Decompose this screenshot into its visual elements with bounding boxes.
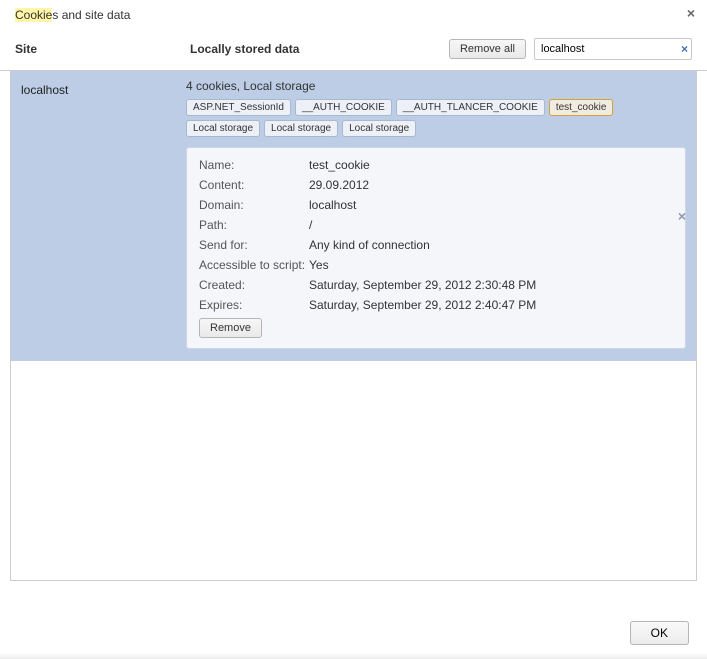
detail-row: Expires:Saturday, September 29, 2012 2:4… xyxy=(199,298,673,312)
detail-label: Expires: xyxy=(199,298,309,312)
detail-value: / xyxy=(309,218,673,232)
detail-value: localhost xyxy=(309,198,673,212)
column-header-site: Site xyxy=(15,42,190,56)
site-row[interactable]: localhost 4 cookies, Local storage ASP.N… xyxy=(11,71,696,361)
site-list: localhost 4 cookies, Local storage ASP.N… xyxy=(10,71,697,581)
cookie-chip-list: ASP.NET_SessionId__AUTH_COOKIE__AUTH_TLA… xyxy=(186,99,686,137)
detail-label: Name: xyxy=(199,158,309,172)
detail-row: Path:/ xyxy=(199,218,673,232)
dialog-header: Cookies and site data × xyxy=(0,0,707,32)
search-input[interactable] xyxy=(534,38,692,60)
dialog-footer: OK xyxy=(630,621,689,645)
detail-label: Accessible to script: xyxy=(199,258,309,272)
detail-label: Path: xyxy=(199,218,309,232)
detail-label: Created: xyxy=(199,278,309,292)
detail-row: Send for:Any kind of connection xyxy=(199,238,673,252)
search-wrap: × xyxy=(534,38,692,60)
detail-row: Name:test_cookie xyxy=(199,158,673,172)
detail-label: Content: xyxy=(199,178,309,192)
detail-value: Saturday, September 29, 2012 2:40:47 PM xyxy=(309,298,673,312)
detail-row: Content:29.09.2012 xyxy=(199,178,673,192)
site-summary: 4 cookies, Local storage xyxy=(186,79,686,93)
cookie-chip[interactable]: ASP.NET_SessionId xyxy=(186,99,291,116)
cookie-chip[interactable]: Local storage xyxy=(342,120,416,137)
detail-value: Saturday, September 29, 2012 2:30:48 PM xyxy=(309,278,673,292)
title-suffix: s and site data xyxy=(52,8,130,22)
detail-row: Accessible to script:Yes xyxy=(199,258,673,272)
column-header-data: Locally stored data xyxy=(190,42,449,56)
search-clear-icon[interactable]: × xyxy=(681,43,688,55)
detail-label: Send for: xyxy=(199,238,309,252)
cookie-detail-panel: Name:test_cookieContent:29.09.2012Domain… xyxy=(186,147,686,349)
shadow-decoration xyxy=(0,653,707,659)
site-name: localhost xyxy=(21,79,186,349)
remove-cookie-button[interactable]: Remove xyxy=(199,318,262,338)
dialog-title: Cookies and site data xyxy=(15,8,130,22)
remove-all-button[interactable]: Remove all xyxy=(449,39,526,59)
site-content: 4 cookies, Local storage ASP.NET_Session… xyxy=(186,79,686,349)
title-highlight: Cookie xyxy=(15,8,52,22)
detail-value: 29.09.2012 xyxy=(309,178,673,192)
cookie-chip[interactable]: __AUTH_COOKIE xyxy=(295,99,392,116)
close-icon[interactable]: × xyxy=(687,6,695,20)
cookie-chip[interactable]: test_cookie xyxy=(549,99,614,116)
cookie-chip[interactable]: Local storage xyxy=(186,120,260,137)
ok-button[interactable]: OK xyxy=(630,621,689,645)
detail-value: Yes xyxy=(309,258,673,272)
detail-label: Domain: xyxy=(199,198,309,212)
cookie-chip[interactable]: Local storage xyxy=(264,120,338,137)
detail-row: Domain:localhost xyxy=(199,198,673,212)
cookie-chip[interactable]: __AUTH_TLANCER_COOKIE xyxy=(396,99,545,116)
toolbar: Site Locally stored data Remove all × xyxy=(0,32,707,71)
detail-value: test_cookie xyxy=(309,158,673,172)
row-close-icon[interactable]: × xyxy=(678,208,686,224)
detail-value: Any kind of connection xyxy=(309,238,673,252)
detail-row: Created:Saturday, September 29, 2012 2:3… xyxy=(199,278,673,292)
